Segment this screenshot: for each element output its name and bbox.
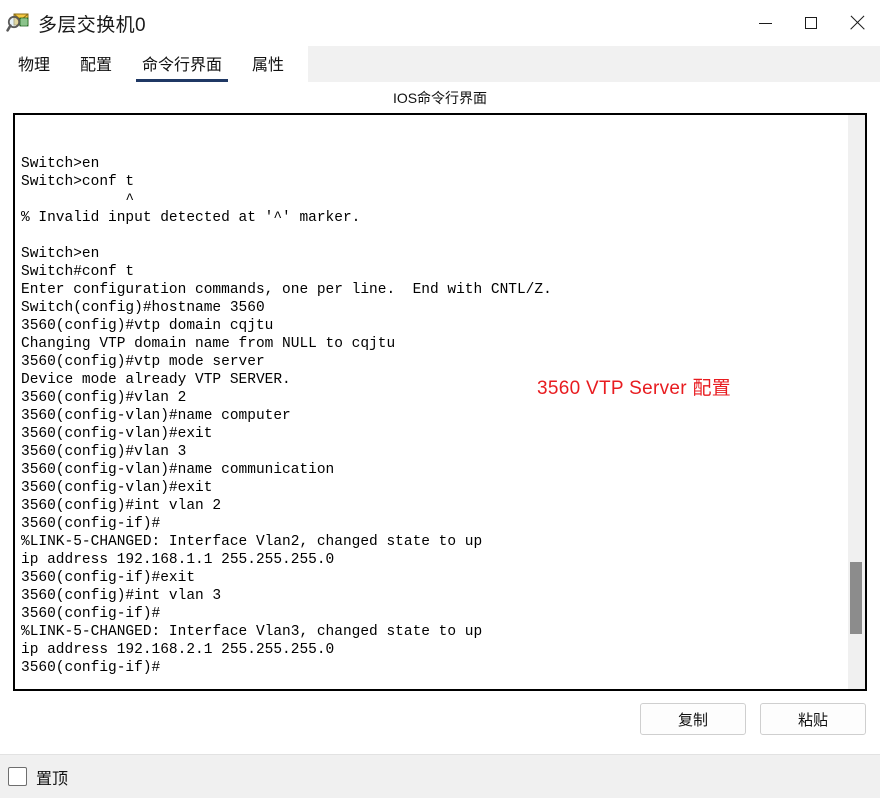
cli-terminal-panel: Switch>en Switch>conf t ^ % Invalid input … — [13, 113, 867, 691]
minimize-button[interactable] — [742, 0, 788, 46]
terminal-scrollbar[interactable] — [847, 115, 865, 689]
cli-output[interactable]: Switch>en Switch>conf t ^ % Invalid input … — [15, 115, 847, 689]
terminal-line: Enter configuration commands, one per li… — [21, 282, 552, 298]
copy-button[interactable]: 复制 — [640, 703, 746, 735]
always-on-top-checkbox[interactable] — [8, 767, 27, 786]
terminal-line: Switch#conf t — [21, 264, 135, 280]
terminal-line: 3560(config)#vlan 3 — [21, 444, 187, 460]
always-on-top-label: 置顶 — [36, 770, 69, 788]
terminal-line: Changing VTP domain name from NULL to cq… — [21, 336, 396, 352]
window-controls — [742, 0, 880, 46]
paste-button[interactable]: 粘贴 — [760, 703, 866, 735]
terminal-line: 3560(config)#vtp mode server — [21, 354, 265, 370]
annotation-label: 3560 VTP Server 配置 — [537, 378, 732, 399]
terminal-line: 3560(config)#vtp domain cqjtu — [21, 318, 274, 334]
terminal-line: 3560(config-vlan)#exit — [21, 480, 213, 496]
tab-cli[interactable]: 命令行界面 — [132, 49, 232, 82]
tab-config[interactable]: 配置 — [70, 49, 122, 82]
tab-bar: 物理 配置 命令行界面 属性 — [0, 46, 880, 82]
terminal-line: % Invalid input detected at '^' marker. — [21, 210, 361, 226]
terminal-line: %LINK-5-CHANGED: Interface Vlan2, change… — [21, 534, 483, 550]
title-bar: 多层交换机0 — [0, 0, 880, 46]
terminal-line: 3560(config-vlan)#name communication — [21, 462, 335, 478]
terminal-line: 3560(config-vlan)#name computer — [21, 408, 291, 424]
terminal-line: Switch>en — [21, 156, 100, 172]
terminal-line: ip address 192.168.2.1 255.255.255.0 — [21, 642, 335, 658]
terminal-line: 3560(config)#int vlan 2 — [21, 498, 222, 514]
close-button[interactable] — [834, 0, 880, 46]
magnifier-document-icon — [6, 11, 30, 35]
terminal-line: Switch(config)#hostname 3560 — [21, 300, 265, 316]
terminal-scrollbar-thumb[interactable] — [850, 562, 862, 634]
terminal-line: 3560(config-if)# — [21, 660, 161, 676]
panel-title: IOS命令行界面 — [0, 82, 880, 113]
terminal-line: %LINK-5-CHANGED: Interface Vlan3, change… — [21, 624, 483, 640]
footer-bar: 置顶 — [0, 754, 880, 798]
action-button-bar: 复制 粘贴 — [0, 691, 880, 747]
tab-bar-filler — [308, 46, 880, 82]
tab-physical[interactable]: 物理 — [8, 49, 60, 82]
close-icon — [849, 15, 865, 31]
terminal-line: 3560(config)#int vlan 3 — [21, 588, 222, 604]
maximize-button[interactable] — [788, 0, 834, 46]
terminal-line: Switch>conf t — [21, 174, 135, 190]
terminal-line: ^ — [21, 192, 135, 208]
terminal-line: 3560(config-vlan)#exit — [21, 426, 213, 442]
terminal-line: ip address 192.168.1.1 255.255.255.0 — [21, 552, 335, 568]
terminal-line: 3560(config-if)# — [21, 516, 161, 532]
tab-attributes[interactable]: 属性 — [242, 49, 294, 82]
window-title: 多层交换机0 — [38, 14, 146, 36]
maximize-icon — [805, 17, 817, 29]
terminal-line: Switch>en — [21, 246, 100, 262]
terminal-line: 3560(config-if)# — [21, 606, 161, 622]
terminal-line: 3560(config-if)#exit — [21, 570, 196, 586]
minimize-icon — [758, 22, 772, 24]
